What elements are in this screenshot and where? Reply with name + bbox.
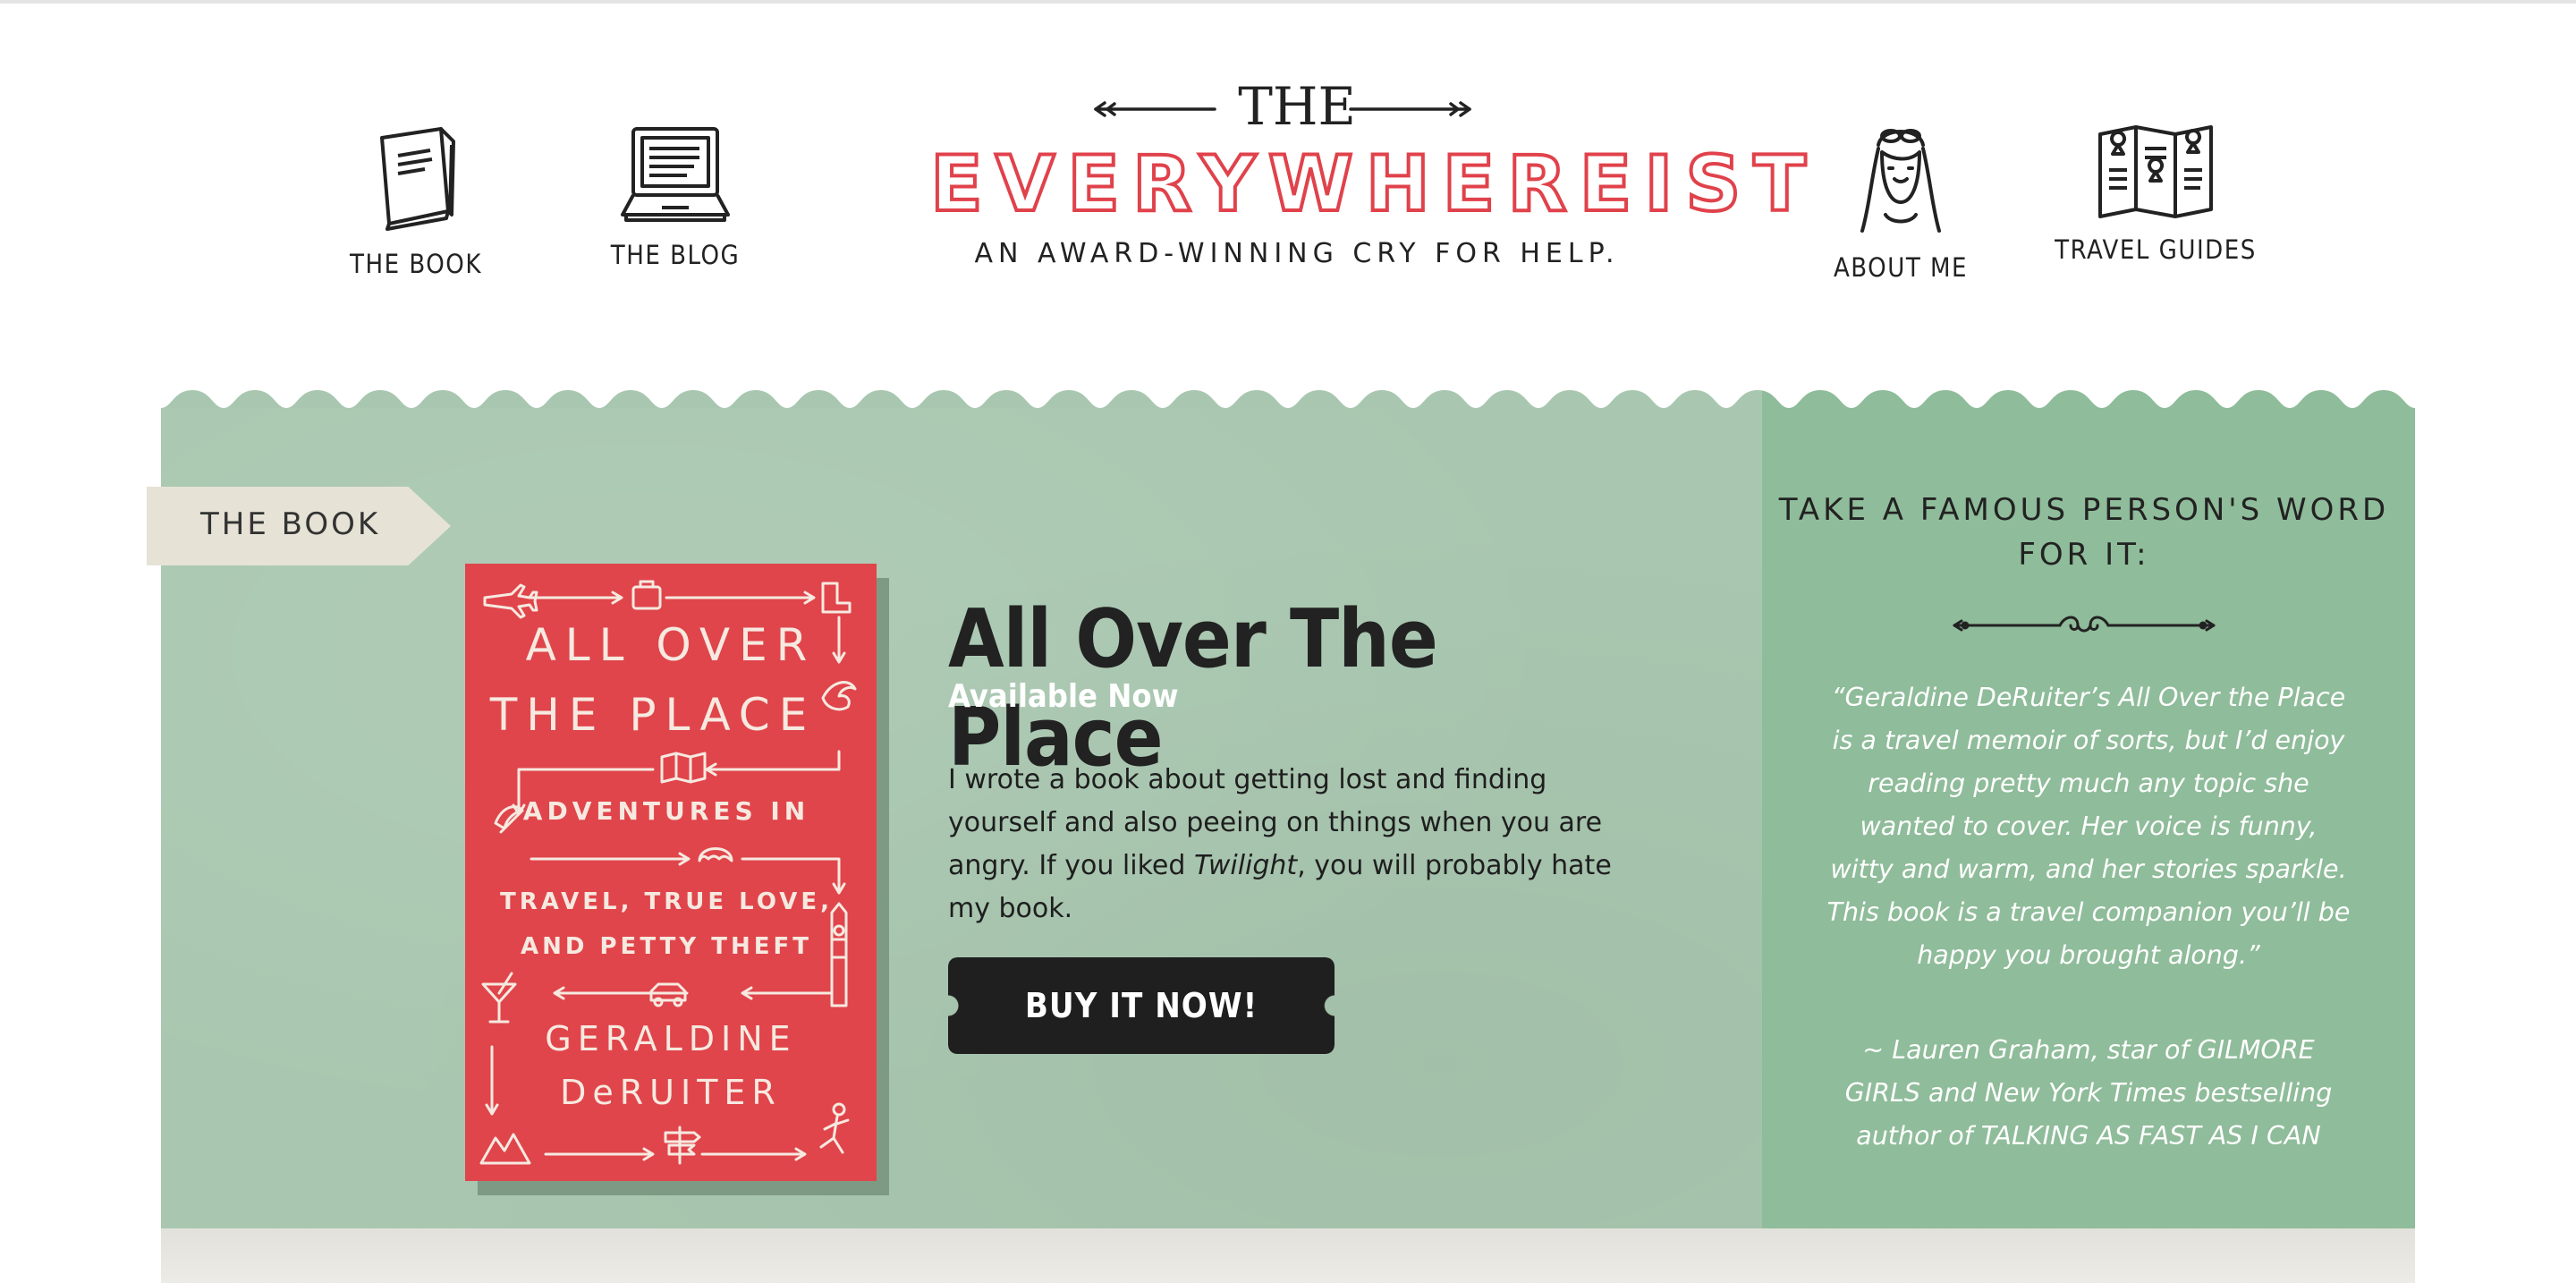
cover-sub-line3: AND PETTY THEFT <box>521 933 812 960</box>
testimonial-quote: “Geraldine DeRuiter’s All Over the Place… <box>1826 683 2351 970</box>
nav-label-blog: THE BLOG <box>610 240 741 270</box>
nav-the-blog[interactable]: THE BLOG <box>599 125 751 270</box>
site-logo[interactable]: THE EVERYWHEREIST AN AWARD-WINNING CRY F… <box>928 76 1818 283</box>
nav-travel-guides[interactable]: TRAVEL GUIDES <box>2048 125 2263 265</box>
footer-strip <box>161 1228 2415 1283</box>
logo-the: THE <box>1238 76 1356 137</box>
availability-label: Available Now <box>948 678 1179 715</box>
section-tab-label: THE BOOK <box>200 506 381 542</box>
cover-sub-line2: TRAVEL, TRUE LOVE, <box>500 888 833 915</box>
book-cover[interactable]: ALL OVER THE PLACE ADVENTURES IN TRAVEL,… <box>465 564 877 1181</box>
nav-label-book: THE BOOK <box>350 249 482 279</box>
nav-label-guides: TRAVEL GUIDES <box>2055 234 2257 265</box>
nav-the-book[interactable]: THE BOOK <box>340 125 492 279</box>
logo-tagline: AN AWARD-WINNING CRY FOR HELP. <box>974 238 1620 269</box>
blurb-italic: Twilight <box>1193 850 1298 881</box>
cover-author-line1: GERALDINE <box>545 1019 796 1058</box>
book-icon <box>380 127 455 231</box>
ornamental-divider-icon <box>1953 616 2216 633</box>
nav-label-about: ABOUT ME <box>1833 252 1969 283</box>
cover-title-line1: ALL OVER <box>526 619 817 671</box>
testimonial-attribution: ~ Lauren Graham, star of GILMORE GIRLS a… <box>1844 1035 2333 1151</box>
book-blurb: I wrote a book about getting lost and fi… <box>948 759 1628 930</box>
cover-sub-line1: ADVENTURES IN <box>523 796 809 826</box>
buy-it-now-button[interactable]: BUY IT NOW! <box>948 957 1335 1054</box>
nav-about-me[interactable]: ABOUT ME <box>1825 125 1977 283</box>
woman-portrait-icon <box>1860 129 1941 233</box>
top-border <box>0 0 2576 4</box>
book-cover-art: ALL OVER THE PLACE ADVENTURES IN TRAVEL,… <box>479 580 857 1165</box>
cover-author-line2: DeRUITER <box>560 1073 782 1112</box>
laptop-icon <box>621 127 730 222</box>
cover-title-line2: THE PLACE <box>489 689 817 741</box>
testimonial-heading: TAKE A FAMOUS PERSON'S WORD FOR IT: <box>1778 492 2390 573</box>
logo-wordmark: EVERYWHEREIST <box>928 138 1818 231</box>
folded-map-icon <box>2098 125 2213 218</box>
